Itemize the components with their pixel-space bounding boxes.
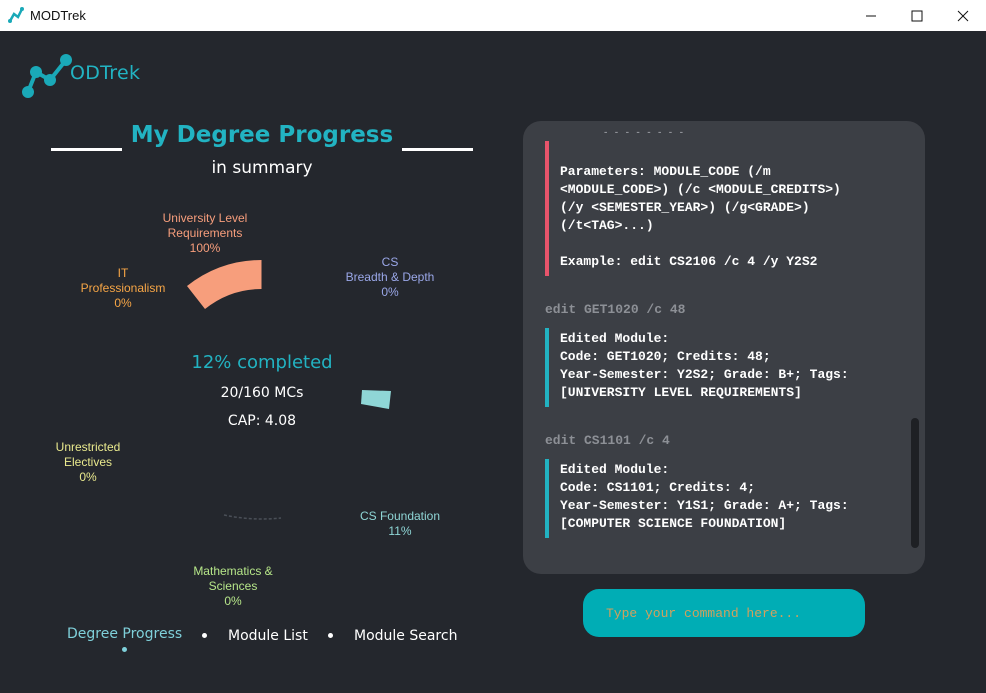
- category-it-professionalism: IT Professionalism 0%: [62, 251, 184, 326]
- mathematics-arc: [223, 514, 282, 520]
- category-label: Mathematics & Sciences: [193, 564, 273, 593]
- category-percent: 0%: [79, 470, 97, 484]
- category-label: CS Breadth & Depth: [345, 255, 435, 284]
- active-indicator-dot: [122, 647, 127, 652]
- command-input[interactable]: [604, 604, 848, 622]
- category-cs-breadth-depth: CS Breadth & Depth 0%: [330, 240, 450, 315]
- nav-module-search[interactable]: Module Search: [354, 628, 457, 644]
- category-percent: 0%: [381, 285, 399, 299]
- category-cs-foundation: CS Foundation 11%: [340, 494, 460, 554]
- command-history-item: edit GET1020 /c 48: [545, 302, 686, 317]
- nav-degree-progress[interactable]: Degree Progress: [67, 626, 182, 642]
- command-result-block: Edited Module: Code: GET1020; Credits: 4…: [545, 328, 905, 407]
- category-unrestricted-electives: Unrestricted Electives 0%: [38, 425, 138, 500]
- category-label: University Level Requirements: [162, 211, 248, 240]
- command-box[interactable]: [583, 589, 865, 637]
- category-percent: 0%: [224, 594, 242, 608]
- cs-foundation-arc: [361, 390, 391, 409]
- category-label: IT Professionalism: [80, 266, 166, 295]
- completion-percent: 12% completed: [191, 352, 333, 373]
- command-result-block: Edited Module: Code: CS1101; Credits: 4;…: [545, 459, 905, 538]
- command-history-item: edit CS1101 /c 4: [545, 433, 670, 448]
- category-percent: 0%: [114, 296, 132, 310]
- mcs-count: 20/160 MCs: [220, 385, 304, 401]
- cap-value: CAP: 4.08: [227, 413, 297, 429]
- nav-module-list[interactable]: Module List: [228, 628, 308, 644]
- nav-separator-dot: [328, 633, 333, 638]
- category-mathematics-sciences: Mathematics & Sciences 0%: [168, 549, 298, 624]
- error-result-block: Parameters: MODULE_CODE (/m <MODULE_CODE…: [545, 141, 905, 276]
- category-percent: 11%: [388, 524, 412, 538]
- category-label: Unrestricted Electives: [55, 440, 121, 469]
- command-output-panel[interactable]: - - - - - - - - Parameters: MODULE_CODE …: [523, 121, 925, 574]
- nav-separator-dot: [202, 633, 207, 638]
- category-label: CS Foundation: [359, 509, 441, 523]
- partial-output-line: - - - - - - - -: [603, 128, 685, 138]
- output-scrollbar[interactable]: [911, 418, 919, 548]
